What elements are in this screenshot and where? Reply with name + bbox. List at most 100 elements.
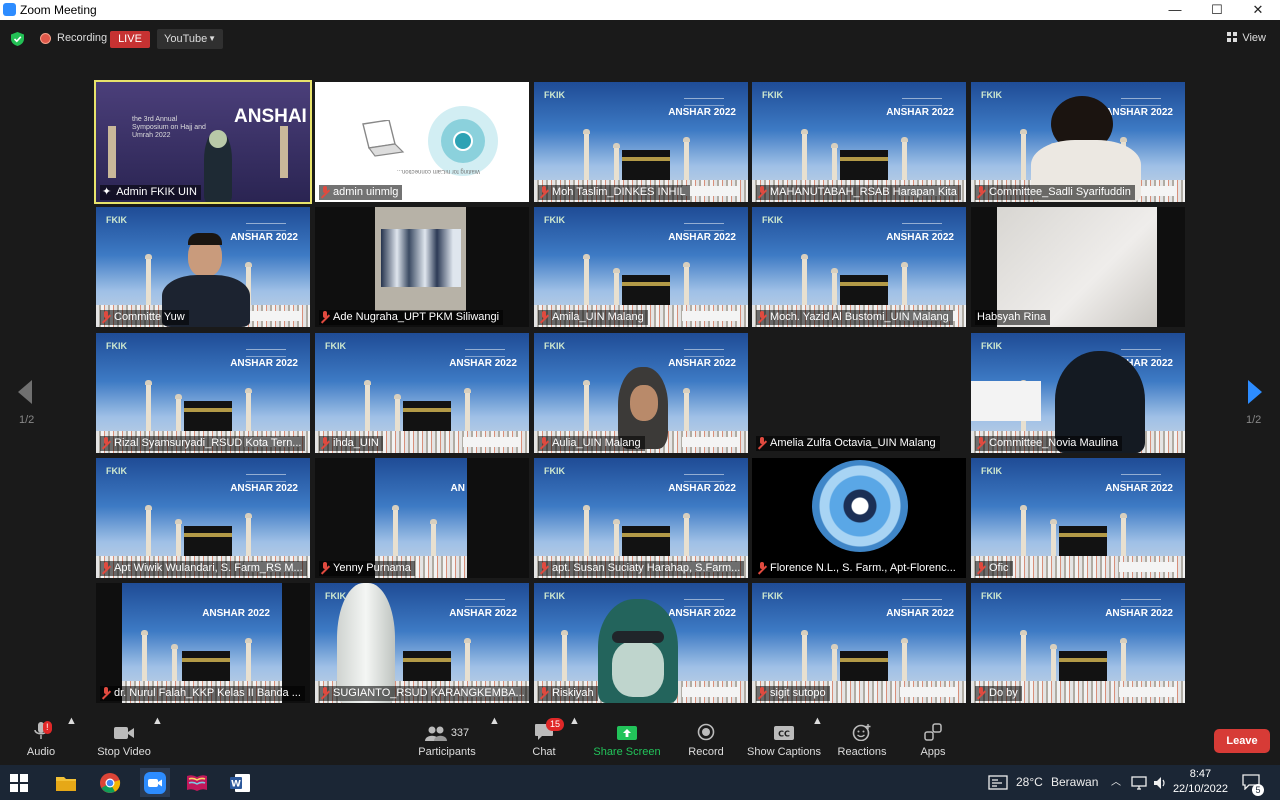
record-button[interactable]: Record [686,715,726,765]
participant-tile[interactable]: Waiting for hiCam connection... admin ui… [315,82,529,202]
participant-name: apt. Susan Suciaty Harahap, S.Farm... [538,561,745,576]
virtual-background-kaaba: FKIK ANSHAR 2022 [315,333,529,453]
muted-mic-icon [321,437,328,447]
audio-button[interactable]: ! Audio [18,715,64,765]
symposium-subtitle: the 3rd Annual Symposium on Hajj and Umr… [132,116,206,139]
previous-page-arrow-icon[interactable] [14,378,36,406]
participant-tile[interactable]: FKIK ANSHAR 2022 Ofic [971,458,1185,578]
weather-condition[interactable]: Berawan [1051,765,1098,800]
participant-tile[interactable]: Ade Nugraha_UPT PKM Siliwangi [315,207,529,327]
participant-name: Committe Yuw [100,310,189,325]
reactions-button[interactable]: Reactions [836,715,888,765]
participant-tile[interactable]: FKIK ANSHAR 2022 Do by [971,583,1185,703]
participants-caret-icon[interactable]: ▲ [489,715,500,765]
pin-icon: ✦ [102,186,112,198]
participant-tile[interactable]: FKIK ANSHAR 2022 Aulia_UIN Malang [534,333,748,453]
notification-count-badge: 5 [1252,784,1264,796]
chevron-up-icon[interactable]: ︿ [1111,765,1121,800]
participant-name: Do by [975,686,1022,701]
zoom-taskbar-item[interactable] [140,768,170,797]
participant-tile[interactable]: FKIK ANSHAR 2022 Moch. Yazid Al Bustomi_U… [752,207,966,327]
apps-button[interactable]: Apps [914,715,952,765]
participant-tile[interactable]: Habsyah Rina [971,207,1185,327]
virtual-background-kaaba: FKIK ANSHAR 2022 [96,333,310,453]
participant-tile[interactable]: FKIK ANSHAR 2022 sigit sutopo [752,583,966,703]
participant-tile[interactable]: FKIK ANSHAR 2022 Committee_Sadli Syarifud… [971,82,1185,202]
file-explorer-icon[interactable] [55,772,77,794]
record-label: Record [688,746,724,758]
participant-tile[interactable]: FKIK ANSHAR 2022 Apt Wiwik Wulandari, S. … [96,458,310,578]
microsoft-word-icon[interactable]: W [229,772,251,794]
book-reader-icon[interactable] [186,772,208,794]
participant-name-label: Amelia Zulfa Octavia_UIN Malang [770,437,936,449]
muted-mic-icon [102,437,109,447]
captions-caret-icon[interactable]: ▲ [812,715,823,765]
windows-start-icon[interactable] [10,774,28,792]
zoom-logo-icon [3,3,16,16]
participant-name: Florence N.L., S. Farm., Apt-Florenc... [756,561,960,576]
participant-tile[interactable]: Florence N.L., S. Farm., Apt-Florenc... [752,458,966,578]
participant-name-label: Moh Taslim_DINKES INHIL [552,186,686,198]
participant-tile[interactable]: FKIK ANSHAR 2022 Moh Taslim_DINKES INHIL [534,82,748,202]
svg-text:CC: CC [778,730,790,739]
participant-tile[interactable]: FKIK ANSHAR 2022 apt. Susan Suciaty Harah… [534,458,748,578]
participant-tile[interactable]: FKIK ANSHAR 2022 ihda_UIN [315,333,529,453]
view-button[interactable]: View [1227,32,1266,44]
system-clock[interactable]: 8:47 22/10/2022 [1173,767,1228,797]
video-options-caret-icon[interactable]: ▲ [152,715,163,765]
encryption-shield-icon[interactable] [11,32,24,46]
participant-tile[interactable]: FKIK ANSHAR 2022 Amila_UIN Malang [534,207,748,327]
stream-target-dropdown[interactable]: YouTube ▼ [157,29,223,49]
participant-tile[interactable]: FKIK ANSHAR 2022 Committee_Novia Maulina [971,333,1185,453]
participant-name-label: Admin FKIK UIN [116,186,197,198]
participant-tile[interactable]: FKIK ANSHAR 2022 SUGIANTO_RSUD KARANGKEMB… [315,583,529,703]
closed-captions-icon: CC [774,726,794,740]
share-screen-button[interactable]: Share Screen [592,715,662,765]
show-captions-button[interactable]: CC Show Captions [746,715,822,765]
participant-name: MAHANUTABAH_RSAB Harapan Kita [756,185,961,200]
stop-video-button[interactable]: Stop Video [94,715,154,765]
temperature[interactable]: 28°C [1016,765,1043,800]
muted-mic-icon [540,562,547,572]
muted-mic-icon [758,311,765,321]
participant-tile[interactable]: Amelia Zulfa Octavia_UIN Malang [752,333,966,453]
participant-tile[interactable]: ANSHAR 2022 dr. Nurul Falah_KKP Kelas II… [96,583,310,703]
muted-mic-icon [977,562,984,572]
participant-tile[interactable]: AN Yenny Purnama [315,458,529,578]
participant-name: Amelia Zulfa Octavia_UIN Malang [756,436,940,451]
muted-mic-icon [758,687,765,697]
participant-name: Habsyah Rina [975,310,1051,325]
volume-icon[interactable] [1153,776,1167,790]
zoom-app-icon [144,772,166,794]
participant-name: Amila_UIN Malang [538,310,648,325]
participant-name-label: Committee_Novia Maulina [989,437,1118,449]
document-papers [381,229,461,287]
virtual-background-kaaba: ANSHAR 2022 [122,583,282,703]
next-page-arrow-icon[interactable] [1244,378,1266,406]
participant-name-label: Habsyah Rina [977,311,1047,323]
participant-tile[interactable]: FKIK ANSHAR 2022 Committe Yuw [96,207,310,327]
participant-tile[interactable]: the 3rd Annual Symposium on Hajj and Umr… [94,80,312,204]
participant-tile[interactable]: FKIK ANSHAR 2022 MAHANUTABAH_RSAB Harapan… [752,82,966,202]
minimize-button[interactable]: — [1160,1,1190,19]
participant-name: Ofic [975,561,1013,576]
virtual-background-kaaba: FKIK ANSHAR 2022 [96,458,310,578]
webcam-mascot-icon [812,460,908,552]
network-icon[interactable] [1131,776,1147,790]
participant-tile[interactable]: FKIK ANSHAR 2022 Rizal Syamsuryadi_RSUD K… [96,333,310,453]
participants-button[interactable]: 337 Participants [414,715,480,765]
maximize-button[interactable]: ☐ [1202,1,1232,19]
recording-label[interactable]: Recording [57,32,107,44]
close-button[interactable]: ✕ [1243,1,1273,19]
chrome-icon[interactable] [99,772,121,794]
chat-button[interactable]: 15 Chat [524,715,565,765]
chat-caret-icon[interactable]: ▲ [569,715,580,765]
participant-tile[interactable]: FKIK ANSHAR 2022 Riskiyah [534,583,748,703]
muted-mic-icon [321,186,328,196]
live-badge[interactable]: LIVE [110,31,150,48]
windows-taskbar: W 28°C Berawan ︿ 8:47 22/10/2022 5 [0,765,1280,800]
leave-button[interactable]: Leave [1214,729,1270,753]
laptop-icon [362,120,405,157]
audio-options-caret-icon[interactable]: ▲ [66,715,77,765]
weather-widget-icon[interactable] [988,775,1008,790]
